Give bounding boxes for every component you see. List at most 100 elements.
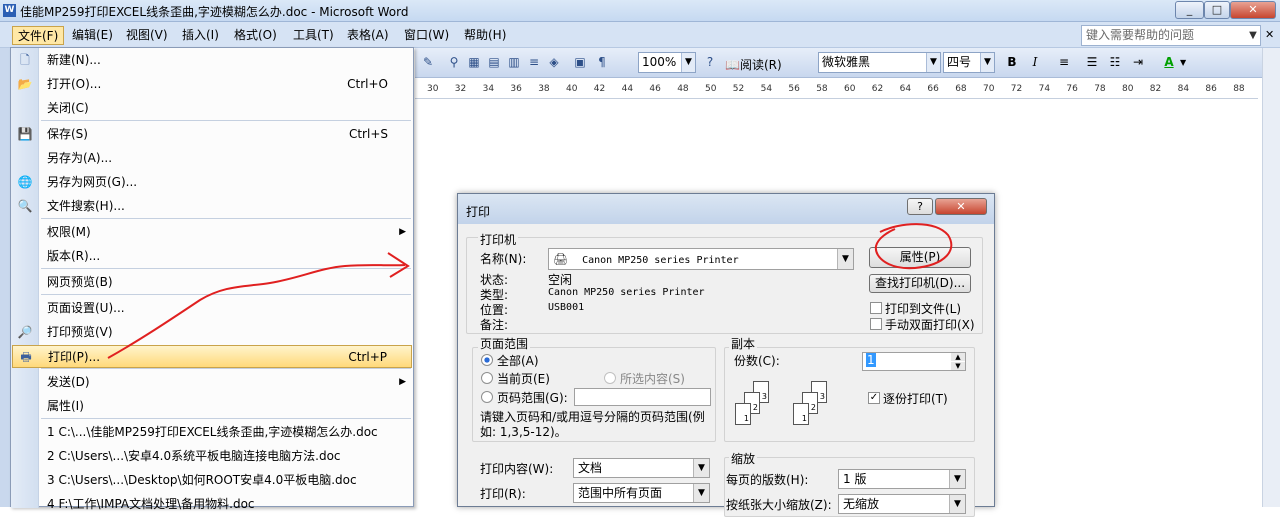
read-label: 阅读(R)	[739, 58, 782, 72]
print-what-select[interactable]: 文档 ▼	[573, 458, 710, 478]
zoom-select[interactable]: 100% ▼	[638, 52, 696, 73]
printer-name: Canon MP250 series Printer	[582, 255, 739, 266]
file-menu-item[interactable]: 🌐 另存为网页(G)...	[12, 171, 412, 194]
file-menu-item-label: 发送(D)	[47, 375, 90, 389]
collated-pages-icon: 3 2 1	[793, 381, 843, 429]
spin-up-icon[interactable]: ▲	[951, 353, 965, 361]
file-menu-item[interactable]: 🖶 打印(P)... Ctrl+P	[12, 345, 412, 368]
collate-checkbox[interactable]: ✓	[868, 392, 880, 404]
align-center-icon[interactable]: ≡	[1055, 53, 1073, 71]
ruler-tick-label: 58	[816, 84, 828, 94]
document-map-icon[interactable]: ▣	[571, 53, 589, 71]
print-to-file-checkbox[interactable]	[870, 302, 882, 314]
file-menu-item[interactable]: 📂 打开(O)... Ctrl+O	[12, 73, 412, 96]
file-menu-item[interactable]: 另存为(A)...	[12, 147, 412, 170]
file-menu-item[interactable]: 发送(D) ▶	[12, 371, 412, 394]
menu-table[interactable]: 表格(A)	[342, 26, 394, 45]
italic-button[interactable]: I	[1026, 53, 1044, 71]
font-select[interactable]: 微软雅黑 ▼	[818, 52, 941, 73]
menu-edit[interactable]: 编辑(E)	[67, 26, 118, 45]
zoom-value: 100%	[642, 55, 677, 69]
chevron-down-icon[interactable]: ▼	[1246, 26, 1260, 45]
print-preview-icon: 🔎	[17, 325, 33, 339]
format-painter-icon[interactable]: ✎	[419, 53, 437, 71]
chevron-down-icon: ▼	[980, 53, 994, 72]
menu-help[interactable]: 帮助(H)	[459, 26, 511, 45]
scale-label: 按纸张大小缩放(Z):	[726, 498, 832, 512]
insert-excel-icon[interactable]: ▥	[505, 53, 523, 71]
bold-button[interactable]: B	[1003, 53, 1021, 71]
tables-icon[interactable]: ▦	[465, 53, 483, 71]
file-menu-item[interactable]: 🗋 新建(N)...	[12, 49, 412, 72]
file-menu-item[interactable]: 网页预览(B)	[12, 271, 412, 294]
find-printer-button[interactable]: 查找打印机(D)...	[869, 274, 971, 293]
numbering-icon[interactable]: ☰	[1083, 53, 1101, 71]
dialog-close-button[interactable]: ✕	[935, 198, 987, 215]
page-icon: 1	[793, 403, 809, 425]
show-hide-icon[interactable]: ¶	[593, 53, 611, 71]
file-menu-item[interactable]: 属性(I)	[12, 395, 412, 418]
properties-button[interactable]: 属性(P)	[869, 247, 971, 268]
printer-group-title: 打印机	[478, 231, 519, 248]
chevron-down-icon[interactable]: ▼	[1180, 58, 1186, 67]
file-menu-item[interactable]: 4 F:\工作\IMPA文档处理\备用物料.doc	[12, 493, 412, 516]
radio-selection[interactable]	[604, 372, 616, 384]
open-folder-icon: 📂	[17, 77, 33, 91]
menu-insert[interactable]: 插入(I)	[177, 26, 224, 45]
chevron-down-icon: ▼	[681, 53, 695, 72]
hyperlink-icon[interactable]: ⚲	[445, 53, 463, 71]
menu-tools[interactable]: 工具(T)	[288, 26, 339, 45]
zoom-title: 缩放	[729, 450, 758, 467]
manual-duplex-label: 手动双面打印(X)	[885, 318, 975, 332]
submenu-arrow-icon: ▶	[399, 227, 406, 237]
help-button[interactable]: ?	[907, 198, 933, 215]
file-menu-item[interactable]: 💾 保存(S) Ctrl+S	[12, 123, 412, 146]
help-search-input[interactable]: 键入需要帮助的问题 ▼	[1081, 25, 1261, 46]
file-menu-item[interactable]: 🔎 打印预览(V)	[12, 321, 412, 344]
print-select[interactable]: 范围中所有页面 ▼	[573, 483, 710, 503]
bullets-icon[interactable]: ☷	[1106, 53, 1124, 71]
read-button[interactable]: 📖阅读(R)	[725, 56, 782, 73]
close-doc-icon[interactable]: ✕	[1265, 28, 1274, 41]
file-menu-item[interactable]: 🔍 文件搜索(H)...	[12, 195, 412, 218]
columns-icon[interactable]: ≡	[525, 53, 543, 71]
menu-file[interactable]: 文件(F)	[12, 26, 65, 45]
file-menu-item[interactable]: 权限(M) ▶	[12, 221, 412, 244]
font-color-button[interactable]: A	[1160, 53, 1178, 71]
file-menu-item[interactable]: 2 C:\Users\...\安卓4.0系统平板电脑连接电脑方法.doc	[12, 445, 412, 468]
drawing-icon[interactable]: ◈	[545, 53, 563, 71]
indent-icon[interactable]: ⇥	[1129, 53, 1147, 71]
file-menu-item-label: 打印(P)...	[48, 350, 101, 364]
scale-select[interactable]: 无缩放 ▼	[838, 494, 966, 514]
ruler-tick-label: 68	[955, 84, 967, 94]
vertical-scrollbar[interactable]	[1262, 48, 1280, 507]
radio-all[interactable]	[481, 354, 493, 366]
pages-per-sheet-select[interactable]: 1 版 ▼	[838, 469, 966, 489]
printer-select[interactable]: 🖨 Canon MP250 series Printer ▼	[548, 248, 854, 270]
radio-pages[interactable]	[481, 391, 493, 403]
ruler-tick-label: 56	[788, 84, 800, 94]
file-menu-item[interactable]: 1 C:\...\佳能MP259打印EXCEL线条歪曲,字迹模糊怎么办.doc	[12, 421, 412, 444]
minimize-button[interactable]: _	[1175, 1, 1204, 19]
close-button[interactable]: ✕	[1230, 1, 1276, 19]
insert-table-icon[interactable]: ▤	[485, 53, 503, 71]
menu-format[interactable]: 格式(O)	[229, 26, 282, 45]
ruler-tick-label: 64	[899, 84, 912, 94]
help-icon[interactable]: ?	[701, 53, 719, 71]
title-bar: W 佳能MP259打印EXCEL线条歪曲,字迹模糊怎么办.doc - Micro…	[0, 0, 1280, 22]
file-menu-item[interactable]: 关闭(C)	[12, 97, 412, 120]
page-range-input[interactable]	[574, 388, 711, 406]
maximize-button[interactable]: □	[1204, 1, 1230, 19]
copies-input[interactable]: 1 ▲ ▼	[862, 352, 966, 371]
file-menu-item[interactable]: 版本(R)...	[12, 245, 412, 268]
menu-window[interactable]: 窗口(W)	[399, 26, 454, 45]
file-menu-item[interactable]: 3 C:\Users\...\Desktop\如何ROOT安卓4.0平板电脑.d…	[12, 469, 412, 492]
spin-down-icon[interactable]: ▼	[951, 362, 965, 370]
radio-current-page[interactable]	[481, 372, 493, 384]
font-size-select[interactable]: 四号 ▼	[943, 52, 995, 73]
file-menu-item[interactable]: 页面设置(U)...	[12, 297, 412, 320]
new-doc-icon: 🗋	[20, 53, 30, 67]
manual-duplex-checkbox[interactable]	[870, 318, 882, 330]
file-menu-item-label: 1 C:\...\佳能MP259打印EXCEL线条歪曲,字迹模糊怎么办.doc	[47, 425, 378, 439]
menu-view[interactable]: 视图(V)	[121, 26, 173, 45]
